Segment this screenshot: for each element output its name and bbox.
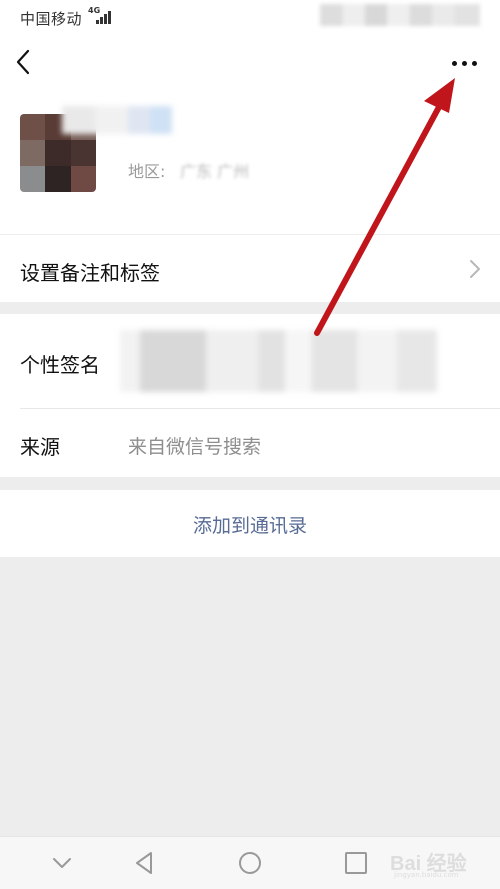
signal-icon: [96, 10, 114, 24]
source-value: 来自微信号搜索: [128, 436, 262, 458]
info-section: 个性签名 来源 来自微信号搜索: [0, 314, 500, 477]
source-label: 来源: [20, 435, 60, 459]
add-to-contacts-button[interactable]: 添加到通讯录: [0, 490, 500, 557]
watermark-url: jingyan.baidu.com: [394, 871, 459, 879]
signature-row: 个性签名: [0, 314, 500, 408]
signature-value-blurred: [120, 330, 450, 392]
back-icon[interactable]: [10, 46, 40, 78]
back-triangle-icon[interactable]: [130, 849, 158, 877]
chevron-down-icon[interactable]: [48, 849, 76, 877]
remark-tags-row[interactable]: 设置备注和标签: [0, 235, 500, 302]
baidu-jingyan-watermark: Bai 经验 jingyan.baidu.com: [390, 845, 484, 885]
signature-label: 个性签名: [20, 353, 100, 377]
nav-bar: [0, 36, 500, 90]
carrier-name: 中国移动: [20, 10, 83, 28]
more-options-icon[interactable]: [450, 50, 480, 76]
source-row: 来源 来自微信号搜索: [0, 409, 500, 477]
remark-tags-label: 设置备注和标签: [20, 261, 160, 285]
contact-profile-screen: 中国移动 4G 地区: 广东 广州 设置备注和标签 个性签名 来源 来自微信号搜…: [0, 0, 500, 889]
status-icons-blurred: [320, 4, 480, 26]
region-label: 地区:: [128, 162, 166, 181]
profile-header: 地区: 广东 广州: [0, 90, 500, 234]
recents-square-icon[interactable]: [342, 849, 370, 877]
add-to-contacts-label: 添加到通讯录: [192, 515, 307, 537]
home-circle-icon[interactable]: [236, 849, 264, 877]
chevron-right-icon: [468, 258, 482, 280]
nickname-blurred: [62, 106, 172, 134]
status-bar: 中国移动 4G: [0, 0, 500, 36]
system-navigation-bar: Bai 经验 jingyan.baidu.com: [0, 836, 500, 889]
region-value: 广东 广州: [180, 162, 250, 181]
